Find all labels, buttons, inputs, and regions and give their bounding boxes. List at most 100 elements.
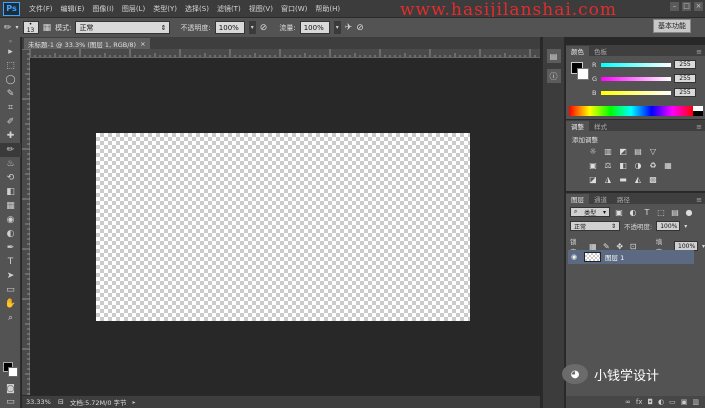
pen-icon[interactable]: ✒: [0, 241, 21, 255]
menu-image[interactable]: 图像(I): [88, 4, 118, 14]
info-panel-icon[interactable]: ⓘ: [546, 69, 561, 83]
blend-mode-select[interactable]: 正常 ⇕: [570, 221, 620, 231]
tab-adjustments[interactable]: 调整: [566, 121, 589, 131]
filter-shape-icon[interactable]: ⬚: [656, 207, 666, 217]
maximize-button[interactable]: □: [682, 2, 691, 11]
tab-color[interactable]: 颜色: [566, 46, 589, 56]
pressure-size-icon[interactable]: ⊘: [356, 23, 364, 33]
slider-b-value[interactable]: 255: [674, 88, 696, 97]
filter-smart-object-icon[interactable]: ▤: [670, 207, 680, 217]
workspace-button[interactable]: 基本功能: [653, 19, 691, 33]
airbrush-icon[interactable]: ✈: [345, 23, 353, 33]
vibrance-icon[interactable]: ▽: [648, 146, 658, 156]
marquee-icon[interactable]: ⬚: [0, 59, 21, 73]
menu-file[interactable]: 文件(F): [25, 4, 57, 14]
invert-icon[interactable]: ◪: [588, 174, 598, 184]
pressure-opacity-icon[interactable]: ⊘: [260, 23, 268, 33]
selective-color-icon[interactable]: ◭: [633, 174, 643, 184]
opacity-dropdown-icon[interactable]: ▾: [248, 21, 256, 34]
layer-filter-select[interactable]: ⌕ 类型 ▾: [570, 207, 610, 217]
color-background-swatch[interactable]: [577, 68, 589, 80]
curves-icon[interactable]: ◩: [618, 146, 628, 156]
gradient-map-icon[interactable]: ▩: [648, 174, 658, 184]
filter-adjustment-icon[interactable]: ◐: [628, 207, 638, 217]
chevron-down-icon[interactable]: ▾: [16, 24, 19, 31]
menu-filter[interactable]: 滤镜(T): [213, 4, 245, 14]
eyedropper-icon[interactable]: ✐: [0, 115, 21, 129]
zoom-icon[interactable]: ⌕: [0, 311, 21, 325]
history-brush-icon[interactable]: ⟲: [0, 171, 21, 185]
layer-row[interactable]: ◉ 图层 1: [568, 250, 694, 264]
menu-edit[interactable]: 编辑(E): [57, 4, 89, 14]
lasso-icon[interactable]: ◯: [0, 73, 21, 87]
channel-mixer-icon[interactable]: ♻: [648, 160, 658, 170]
slider-g-value[interactable]: 255: [674, 74, 696, 83]
close-tab-icon[interactable]: ×: [140, 40, 145, 48]
opacity-input[interactable]: 100%: [214, 21, 245, 34]
color-spectrum[interactable]: [569, 106, 693, 116]
document-canvas[interactable]: [96, 133, 470, 321]
color-balance-icon[interactable]: ⚖: [603, 160, 613, 170]
quick-select-icon[interactable]: ✎: [0, 87, 21, 101]
layer-name[interactable]: 图层 1: [605, 252, 624, 262]
healing-icon[interactable]: ✚: [0, 129, 21, 143]
close-button[interactable]: ×: [694, 2, 703, 11]
filter-toggle-icon[interactable]: ●: [684, 207, 694, 217]
slider-r-value[interactable]: 255: [674, 60, 696, 69]
black-white-icon[interactable]: ◧: [618, 160, 628, 170]
tools-collapse-icon[interactable]: »: [0, 37, 21, 45]
filter-pixel-icon[interactable]: ▣: [614, 207, 624, 217]
menu-type[interactable]: 类型(Y): [149, 4, 181, 14]
panel-menu-icon[interactable]: ≡: [696, 196, 705, 204]
flow-input[interactable]: 100%: [299, 21, 330, 34]
chevron-right-icon[interactable]: ▸: [133, 399, 136, 406]
document-tab[interactable]: 未标题-1 @ 33.3% (图层 1, RGB/8) ×: [24, 38, 150, 49]
export-icon[interactable]: ⊟: [58, 398, 64, 406]
clone-stamp-icon[interactable]: ♨: [0, 157, 21, 171]
link-icon[interactable]: ∞: [625, 398, 631, 406]
menu-layer[interactable]: 图层(L): [118, 4, 149, 14]
tab-swatches[interactable]: 色板: [589, 46, 612, 56]
exposure-icon[interactable]: ▤: [633, 146, 643, 156]
hand-icon[interactable]: ✋: [0, 297, 21, 311]
slider-g-track[interactable]: [601, 76, 671, 81]
type-icon[interactable]: T: [0, 255, 21, 269]
move-icon[interactable]: ▸: [0, 45, 21, 59]
slider-b-track[interactable]: [601, 90, 671, 95]
horizontal-ruler[interactable]: [30, 49, 540, 58]
brush-panel-icon[interactable]: ▦: [43, 23, 52, 33]
slider-r-track[interactable]: [601, 62, 671, 67]
mask-icon[interactable]: ◘: [647, 398, 653, 406]
brightness-contrast-icon[interactable]: ☼: [588, 146, 598, 156]
vertical-ruler[interactable]: [22, 48, 30, 395]
hue-saturation-icon[interactable]: ▣: [588, 160, 598, 170]
panel-menu-icon[interactable]: ≡: [696, 48, 705, 56]
tab-styles[interactable]: 样式: [589, 121, 612, 131]
blur-icon[interactable]: ◉: [0, 213, 21, 227]
chevron-down-icon[interactable]: ▾: [684, 223, 687, 230]
tab-paths[interactable]: 路径: [612, 194, 635, 204]
menu-select[interactable]: 选择(S): [181, 4, 213, 14]
eye-icon[interactable]: ◉: [571, 253, 580, 261]
levels-icon[interactable]: ▥: [603, 146, 613, 156]
mode-select[interactable]: 正常 ⇕: [75, 21, 171, 34]
adjustment-layer-icon[interactable]: ◐: [658, 398, 664, 406]
menu-window[interactable]: 窗口(W): [277, 4, 311, 14]
gradient-icon[interactable]: ▦: [0, 199, 21, 213]
minimize-button[interactable]: –: [670, 2, 679, 11]
brush-tool-preset-icon[interactable]: ✏: [4, 23, 12, 33]
new-layer-icon[interactable]: ▣: [681, 398, 688, 406]
photo-filter-icon[interactable]: ◑: [633, 160, 643, 170]
brush-icon[interactable]: ✏: [0, 143, 21, 157]
black-white-ramp[interactable]: [693, 106, 703, 116]
shape-icon[interactable]: ▭: [0, 283, 21, 297]
posterize-icon[interactable]: ◮: [603, 174, 613, 184]
flow-dropdown-icon[interactable]: ▾: [333, 21, 341, 34]
dodge-icon[interactable]: ◐: [0, 227, 21, 241]
crop-icon[interactable]: ⌗: [0, 101, 21, 115]
eraser-icon[interactable]: ◧: [0, 185, 21, 199]
color-lookup-icon[interactable]: ▦: [663, 160, 673, 170]
quick-mask-icon[interactable]: ◙: [0, 382, 21, 396]
threshold-icon[interactable]: ▬: [618, 174, 628, 184]
brush-size-picker[interactable]: • 13: [22, 21, 39, 34]
